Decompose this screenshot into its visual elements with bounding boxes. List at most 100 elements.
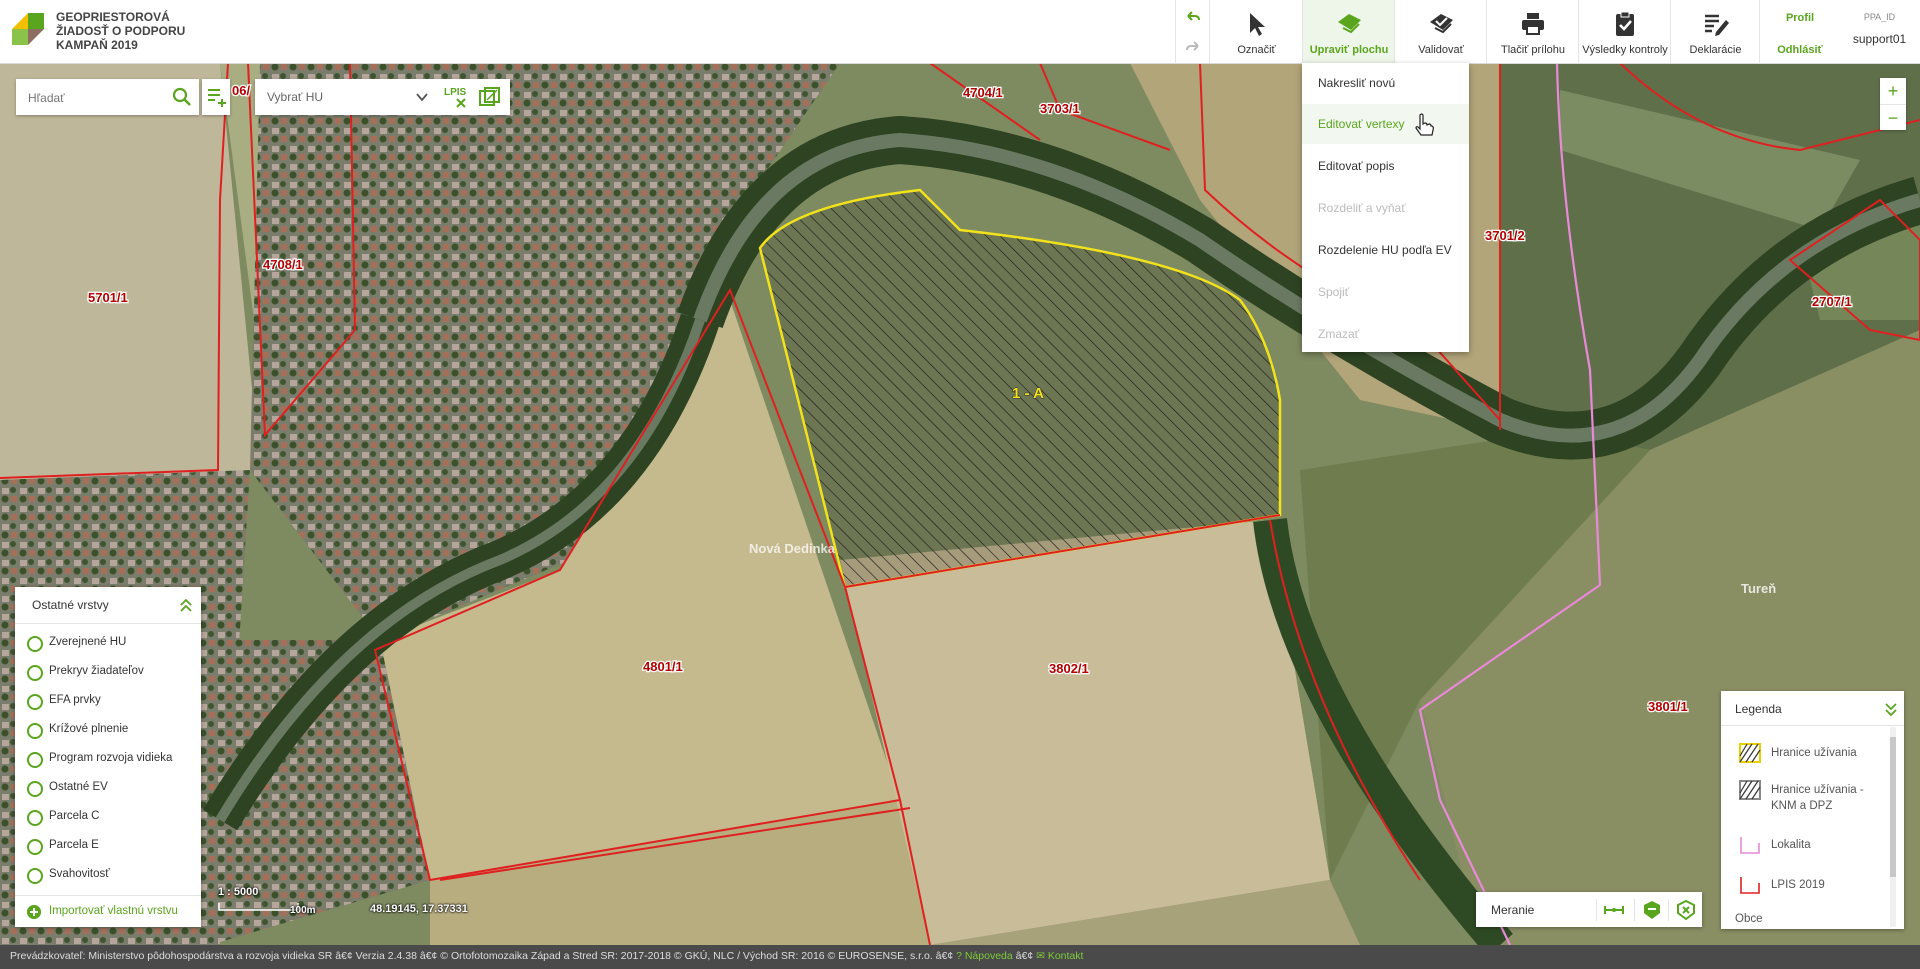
clipboard-check-icon bbox=[1616, 11, 1634, 36]
layer-item[interactable]: Krížové plnenie bbox=[15, 715, 201, 744]
parcel-label: 4801/1 bbox=[643, 659, 683, 674]
tool-label: Validovať bbox=[1418, 44, 1464, 56]
search-icon[interactable] bbox=[172, 87, 192, 107]
menu-edit-description[interactable]: Editovať popis bbox=[1302, 146, 1469, 186]
undo-icon[interactable] bbox=[1185, 10, 1201, 26]
layer-item[interactable]: Program rozvoja vidieka bbox=[15, 744, 201, 773]
measure-panel: Meranie bbox=[1476, 892, 1702, 927]
app-title-line: KAMPAŇ 2019 bbox=[56, 38, 138, 52]
collapse-chevron-icon[interactable] bbox=[179, 597, 193, 613]
tool-edit-area[interactable]: Upraviť plochu bbox=[1302, 0, 1395, 63]
chevron-down-icon[interactable] bbox=[415, 90, 429, 104]
redo-icon[interactable] bbox=[1185, 40, 1201, 56]
layer-label: Ostatné EV bbox=[49, 781, 108, 793]
legend-title: Legenda bbox=[1735, 702, 1782, 716]
layer-radio[interactable] bbox=[27, 781, 43, 797]
orthophoto-map[interactable]: 4704/1 3703/1 3701/2 2707/1 4708/1 5701/… bbox=[0, 63, 1920, 945]
parcel-label: 3802/1 bbox=[1049, 661, 1089, 676]
legend-scrollbar[interactable] bbox=[1888, 727, 1898, 927]
scale-bar-label: 100m bbox=[290, 905, 316, 916]
hu-select[interactable]: Vybrať HU LPIS bbox=[255, 79, 510, 115]
legend-hu-swatch-icon bbox=[1739, 743, 1761, 763]
edit-area-icon bbox=[1338, 14, 1361, 34]
menu-merge: Spojiť bbox=[1318, 285, 1350, 299]
zoom-control: + − bbox=[1880, 78, 1906, 130]
contact-link[interactable]: ✉ Kontakt bbox=[1036, 950, 1083, 962]
layer-radio[interactable] bbox=[27, 752, 43, 768]
tool-validate[interactable]: Validovať bbox=[1394, 0, 1487, 63]
tool-label: Označiť bbox=[1237, 44, 1276, 56]
tool-print[interactable]: Tlačiť prílohu bbox=[1486, 0, 1579, 63]
cursor-arrow-icon bbox=[1249, 13, 1265, 36]
layer-item[interactable]: Ostatné EV bbox=[15, 773, 201, 802]
layer-radio[interactable] bbox=[27, 636, 43, 652]
app-title-line: GEOPRIESTOROVÁ bbox=[56, 10, 170, 24]
layer-label: Prekryv žiadateľov bbox=[49, 665, 144, 677]
layer-label: EFA prvky bbox=[49, 694, 101, 706]
printer-icon bbox=[1522, 13, 1544, 35]
footer-text: Prevádzkovateľ: Ministerstvo pôdohospodá… bbox=[10, 950, 1083, 962]
measure-title: Meranie bbox=[1491, 903, 1535, 917]
layer-item[interactable]: Prekryv žiadateľov bbox=[15, 657, 201, 686]
declaration-icon bbox=[1704, 14, 1729, 36]
import-layer-label: Importovať vlastnú vrstvu bbox=[49, 905, 178, 917]
parcel-label: 4704/1 bbox=[963, 85, 1003, 100]
menu-split-remove: Rozdeliť a vyňať bbox=[1318, 201, 1406, 215]
measure-distance-icon[interactable] bbox=[1596, 899, 1625, 921]
layer-radio[interactable] bbox=[27, 665, 43, 681]
collapse-chevron-icon[interactable] bbox=[1884, 701, 1898, 717]
menu-split-by-ev[interactable]: Rozdelenie HU podľa EV bbox=[1302, 230, 1469, 270]
layer-item[interactable]: Svahovitosť bbox=[15, 860, 201, 889]
tool-check-results[interactable]: Výsledky kontroly bbox=[1578, 0, 1671, 63]
zoom-in-button[interactable]: + bbox=[1880, 78, 1906, 104]
parcel-label: 3801/1 bbox=[1648, 699, 1688, 714]
hu-select-placeholder: Vybrať HU bbox=[267, 90, 324, 104]
legend-label: Hranice užívania - KNM a DPZ bbox=[1771, 784, 1864, 812]
map-canvas[interactable]: 4704/1 3703/1 3701/2 2707/1 4708/1 5701/… bbox=[0, 63, 1920, 945]
layer-label: Svahovitosť bbox=[49, 868, 110, 880]
layer-overlay-icon[interactable] bbox=[479, 87, 501, 107]
tool-label: Upraviť plochu bbox=[1309, 44, 1389, 56]
edit-area-menu: Nakresliť novú Editovať vertexy Editovať… bbox=[1302, 63, 1469, 352]
layer-radio[interactable] bbox=[27, 694, 43, 710]
zoom-out-button[interactable]: − bbox=[1880, 104, 1906, 131]
menu-edit-vertices[interactable]: Editovať vertexy bbox=[1302, 104, 1469, 144]
legend-knm-swatch-icon bbox=[1739, 780, 1761, 800]
ppa-id-value: support01 bbox=[1852, 32, 1907, 46]
layer-radio[interactable] bbox=[27, 723, 43, 739]
layers-panel-header[interactable]: Ostatné vrstvy bbox=[15, 587, 201, 624]
parcel-label: 4708/1 bbox=[263, 257, 303, 272]
menu-draw-new[interactable]: Nakresliť novú bbox=[1302, 63, 1469, 103]
profile-link[interactable]: Profil bbox=[1760, 12, 1840, 24]
import-layer-button[interactable]: Importovať vlastnú vrstvu bbox=[15, 895, 201, 928]
header-bar: GEOPRIESTOROVÁ ŽIADOSŤ O PODPORU KAMPAŇ … bbox=[0, 0, 1920, 64]
legend-header[interactable]: Legenda bbox=[1721, 691, 1904, 726]
layer-radio[interactable] bbox=[27, 810, 43, 826]
layer-label: Parcela E bbox=[49, 839, 99, 851]
legend-label: LPIS 2019 bbox=[1771, 879, 1825, 891]
layer-radio[interactable] bbox=[27, 868, 43, 884]
app-title-line: ŽIADOSŤ O PODPORU bbox=[56, 24, 186, 38]
layer-item[interactable]: Zverejnené HU bbox=[15, 628, 201, 657]
layer-radio[interactable] bbox=[27, 839, 43, 855]
layer-item[interactable]: Parcela E bbox=[15, 831, 201, 860]
measure-area-icon[interactable] bbox=[1634, 899, 1663, 921]
help-link[interactable]: ? Nápoveda bbox=[956, 950, 1013, 962]
tool-label: Tlačiť prílohu bbox=[1500, 44, 1566, 56]
legend-panel: Legenda Hranice užívania Hranice užívani… bbox=[1721, 691, 1904, 929]
list-add-icon[interactable] bbox=[202, 79, 230, 115]
layer-item[interactable]: EFA prvky bbox=[15, 686, 201, 715]
hand-cursor-icon bbox=[1415, 113, 1434, 136]
search-input[interactable] bbox=[26, 87, 150, 109]
lpis-toggle-icon[interactable]: LPIS bbox=[443, 85, 469, 109]
measure-clear-icon[interactable] bbox=[1668, 899, 1697, 921]
logout-link[interactable]: Odhlásiť bbox=[1760, 44, 1840, 56]
tool-declarations[interactable]: Deklarácie bbox=[1670, 0, 1760, 63]
layer-item[interactable]: Parcela C bbox=[15, 802, 201, 831]
layer-label: Zverejnené HU bbox=[49, 636, 127, 648]
search-box bbox=[16, 79, 199, 115]
hu-label: 1 - A bbox=[1012, 385, 1044, 402]
menu-delete: Zmazať bbox=[1318, 327, 1360, 341]
town-label: Nová Dedinka bbox=[749, 541, 836, 556]
tool-select[interactable]: Označiť bbox=[1209, 0, 1303, 63]
